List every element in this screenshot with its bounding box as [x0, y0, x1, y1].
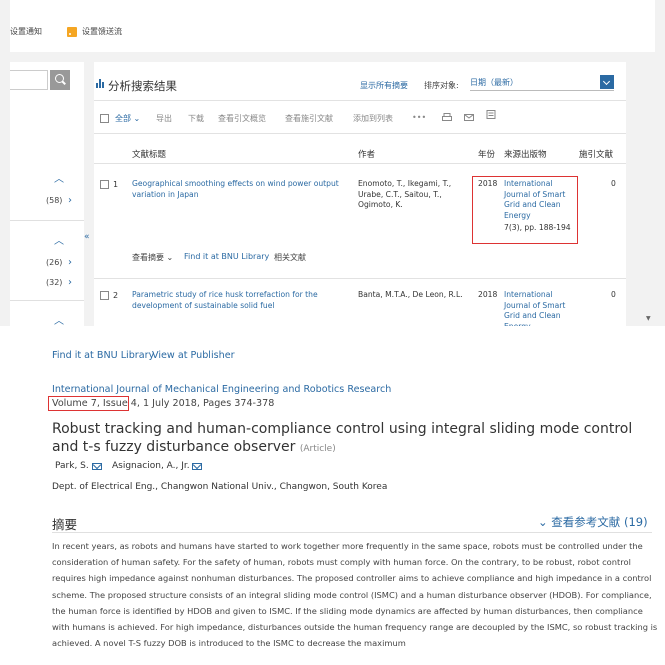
- article-title: Robust tracking and human-compliance con…: [52, 421, 633, 455]
- chevron-up-icon[interactable]: ︿: [54, 170, 64, 185]
- result-source-link[interactable]: International Journal of Smart Grid and …: [504, 290, 574, 330]
- select-all-dropdown[interactable]: 全部 ⌄: [115, 113, 140, 124]
- scroll-down-icon[interactable]: ▼: [646, 315, 652, 325]
- row-checkbox[interactable]: [100, 180, 109, 189]
- analyze-results-link[interactable]: 分析搜索结果: [108, 78, 177, 94]
- journal-link[interactable]: International Journal of Mechanical Engi…: [52, 384, 391, 395]
- result-authors: Banta, M.T.A., De Leon, R.L.: [358, 290, 463, 299]
- download-button[interactable]: 下载: [188, 113, 204, 124]
- refine-results-panel: ︿ (58) › ︿ (26) › (32) › ︿: [10, 62, 84, 330]
- chevron-right-icon[interactable]: ›: [68, 257, 72, 268]
- bar-chart-icon: [96, 79, 105, 88]
- result-cited-count[interactable]: 0: [611, 179, 616, 190]
- result-authors: Enomoto, T., Ikegami, T., Urabe, C.T., S…: [358, 179, 452, 209]
- result-cited-count[interactable]: 0: [611, 290, 616, 301]
- email-icon[interactable]: [192, 463, 202, 470]
- affiliation: Dept. of Electrical Eng., Changwon Natio…: [52, 482, 388, 492]
- view-at-publisher-link[interactable]: View at Publisher: [152, 350, 235, 361]
- email-icon[interactable]: [464, 113, 474, 122]
- abstract-divider: [52, 532, 652, 533]
- show-all-abstracts-link[interactable]: 显示所有摘要: [360, 80, 408, 91]
- bibliography-icon[interactable]: [486, 110, 496, 119]
- view-citation-overview-button[interactable]: 查看引文概览: [218, 113, 266, 124]
- article-type: (Article): [299, 444, 336, 454]
- export-button[interactable]: 导出: [156, 113, 172, 124]
- alerts-bar: 设置通知 设置馈送流: [10, 0, 655, 52]
- column-title[interactable]: 文献标题: [132, 148, 166, 160]
- result-title-link[interactable]: Parametric study of rice husk torrefacti…: [132, 290, 328, 311]
- facet-count: (58): [46, 196, 63, 205]
- row-number: 1: [113, 180, 119, 189]
- chevron-right-icon[interactable]: ›: [68, 195, 72, 206]
- chevron-up-icon[interactable]: ︿: [54, 232, 64, 247]
- column-cited-by[interactable]: 施引文献: [579, 148, 613, 160]
- row-number: 2: [113, 291, 119, 300]
- results-panel: 分析搜索结果 显示所有摘要 排序对象: 日期（最新） 全部 ⌄ 导出 下载 查看…: [94, 62, 626, 330]
- column-year[interactable]: 年份: [478, 148, 495, 160]
- more-options-button[interactable]: •••: [412, 113, 426, 122]
- print-icon[interactable]: [442, 113, 452, 122]
- search-within-input[interactable]: [10, 70, 48, 90]
- cut-off-toolbar: [50, 326, 610, 334]
- chevron-up-icon[interactable]: ︿: [54, 312, 64, 327]
- facet-divider: [10, 220, 84, 221]
- sort-value: 日期（最新）: [470, 78, 518, 87]
- results-toolbar: 全部 ⌄ 导出 下载 查看引文概览 查看施引文献 添加到列表 •••: [94, 100, 626, 134]
- abstract-heading: 摘要: [52, 517, 78, 532]
- add-to-list-button[interactable]: 添加到列表: [353, 113, 393, 124]
- author-link[interactable]: Asignacion, A., Jr.: [112, 461, 190, 471]
- article-detail-screenshot: Find it at BNU Library View at Publisher…: [0, 326, 665, 665]
- date-pages: , 1 July 2018, Pages 374-378: [136, 398, 275, 409]
- column-source[interactable]: 来源出版物: [504, 148, 547, 160]
- abstract-text: In recent years, as robots and humans ha…: [52, 541, 658, 649]
- find-at-bnu-link[interactable]: Find it at BNU Library: [184, 252, 269, 261]
- source-highlight-box: [472, 176, 578, 244]
- author-link[interactable]: Park, S.: [55, 461, 89, 471]
- column-authors[interactable]: 作者: [358, 148, 375, 160]
- chevron-down-icon[interactable]: [600, 75, 614, 89]
- view-cited-by-button[interactable]: 查看施引文献: [285, 113, 333, 124]
- set-email-alert-link[interactable]: 设置通知: [10, 26, 42, 37]
- related-documents-link[interactable]: 相关文献: [274, 252, 306, 263]
- search-icon[interactable]: [50, 70, 70, 90]
- rss-icon: [67, 27, 77, 37]
- row-divider: [94, 278, 626, 279]
- sort-select[interactable]: 日期（最新）: [470, 74, 614, 91]
- facet-count: (32): [46, 278, 63, 287]
- view-references-link[interactable]: ⌄ 查看参考文献 (19): [538, 514, 648, 530]
- view-abstract-link[interactable]: 查看摘要 ⌄: [132, 252, 173, 263]
- set-rss-alert-link[interactable]: 设置馈送流: [82, 26, 122, 37]
- result-year: 2018: [478, 290, 498, 299]
- volume-highlight-box: [48, 396, 129, 411]
- find-at-bnu-link[interactable]: Find it at BNU Library: [52, 350, 154, 361]
- scopus-results-screenshot: 设置通知 设置馈送流 ︿ (58) › ︿ (26) › (32) › ︿ « …: [0, 0, 665, 330]
- chevron-right-icon[interactable]: ›: [68, 277, 72, 288]
- email-icon[interactable]: [92, 463, 102, 470]
- sort-label: 排序对象:: [424, 81, 459, 90]
- collapse-panel-icon[interactable]: «: [84, 232, 90, 242]
- facet-divider: [10, 300, 84, 301]
- select-all-checkbox[interactable]: [100, 114, 109, 123]
- row-checkbox[interactable]: [100, 291, 109, 300]
- facet-count: (26): [46, 258, 63, 267]
- result-title-link[interactable]: Geographical smoothing effects on wind p…: [132, 179, 340, 200]
- results-table-header: 文献标题 作者 年份 来源出版物 施引文献: [94, 142, 626, 164]
